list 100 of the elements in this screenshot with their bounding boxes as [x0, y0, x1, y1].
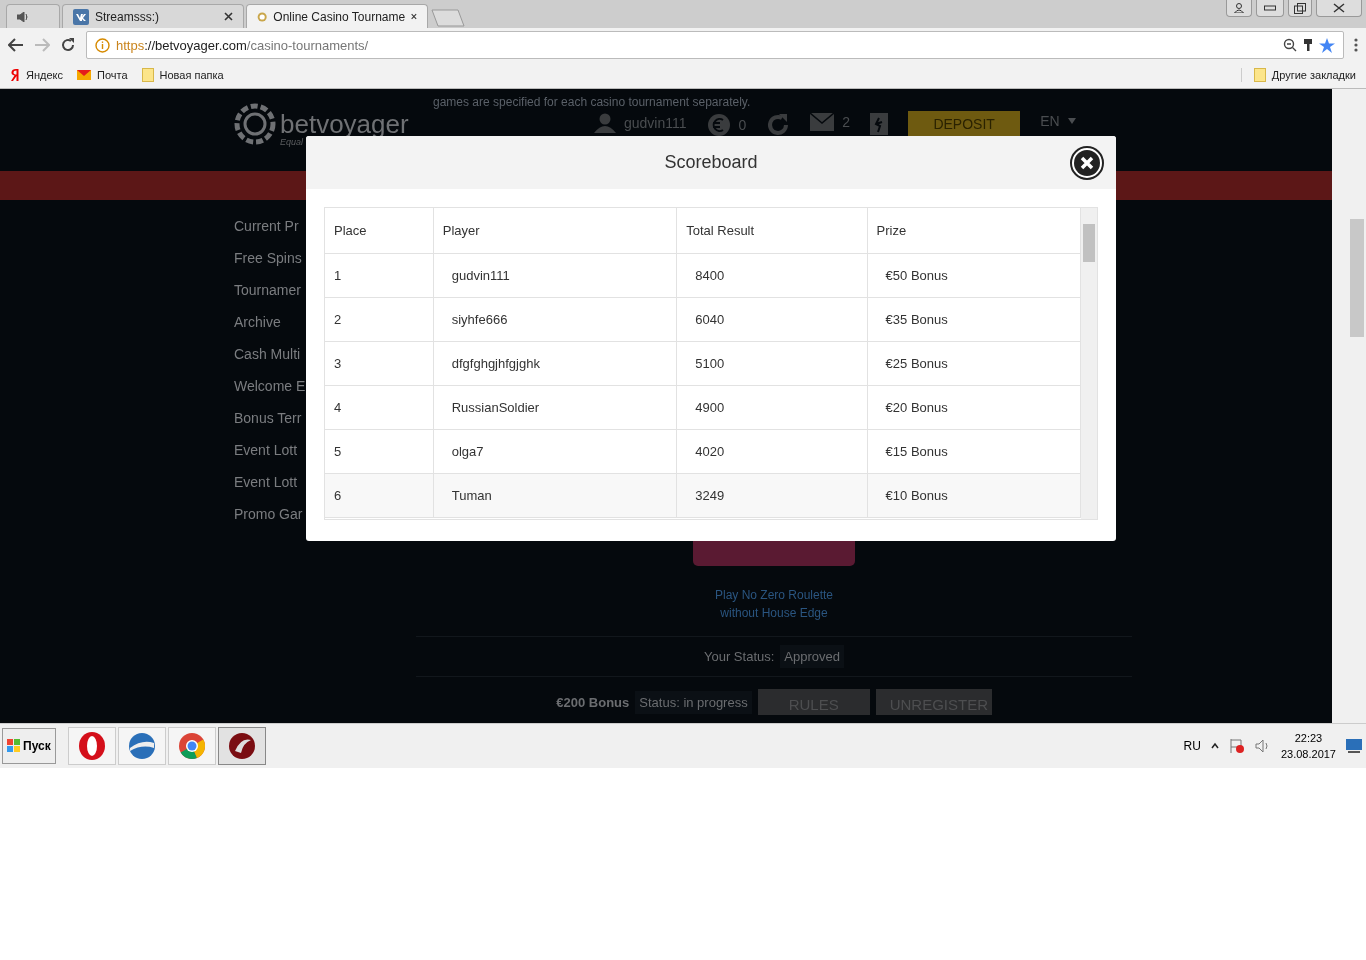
table-cell: 6: [325, 473, 434, 518]
start-button[interactable]: Пуск: [2, 728, 56, 764]
menu-icon[interactable]: [1354, 38, 1358, 52]
table-scrollbar[interactable]: [1081, 208, 1097, 519]
sidebar-link[interactable]: Tournamer: [234, 280, 301, 300]
table-cell: dfgfghgjhfgjghk: [433, 341, 677, 386]
vk-icon: [73, 8, 89, 25]
opera-icon: [76, 731, 107, 761]
back-icon[interactable]: [8, 38, 24, 52]
close-button[interactable]: [1316, 0, 1362, 17]
sidebar-link[interactable]: Event Lott: [234, 472, 298, 492]
column-header: Prize: [867, 208, 1081, 254]
promo-link[interactable]: Play No Zero Roulette without House Edge: [714, 586, 834, 622]
table-cell: 5: [325, 429, 434, 474]
taskbar-app[interactable]: [217, 727, 266, 765]
sidebar-link[interactable]: Bonus Terr: [234, 408, 302, 428]
column-header: Total Result: [676, 208, 868, 254]
browser-tab[interactable]: Online Casino Tourname: [246, 4, 428, 28]
flag-icon[interactable]: [1228, 738, 1245, 754]
table-cell: €15 Bonus: [867, 429, 1081, 474]
star-icon[interactable]: [1319, 37, 1335, 53]
profile-button[interactable]: [1226, 0, 1252, 17]
table-cell: 6040: [676, 297, 868, 342]
taskbar-app[interactable]: [117, 727, 166, 765]
zoom-out-icon[interactable]: [1283, 38, 1297, 52]
taskbar-app[interactable]: [67, 727, 116, 765]
browser-tab[interactable]: Streamsss:): [62, 4, 244, 28]
taskbar-app[interactable]: [167, 727, 216, 765]
table-cell: €35 Bonus: [867, 297, 1081, 342]
table-cell: olga7: [433, 429, 677, 474]
roulette-banner[interactable]: [693, 540, 855, 566]
restore-button[interactable]: [1288, 0, 1312, 17]
close-icon[interactable]: [224, 12, 233, 21]
refresh-icon[interactable]: [766, 113, 791, 137]
sidebar-link[interactable]: Event Lott: [234, 440, 298, 460]
status-value: Approved: [780, 645, 844, 668]
close-button[interactable]: [1070, 146, 1104, 180]
table-cell: €10 Bonus: [867, 473, 1081, 518]
logo-text: betvoyager: [280, 108, 409, 139]
table-cell: 8400: [676, 253, 868, 298]
key-icon[interactable]: [1303, 38, 1313, 52]
page-scrollbar[interactable]: [1332, 89, 1366, 723]
speaker-icon: [17, 11, 29, 22]
bonus-amount: €200 Bonus: [556, 694, 630, 710]
table-cell: 4900: [676, 385, 868, 430]
dialog-title: Scoreboard: [664, 152, 758, 173]
username: gudvin111: [624, 115, 687, 131]
address-bar[interactable]: https://betvoyager.com/casino-tournaments/: [86, 31, 1344, 59]
sidebar-link[interactable]: Cash Multi: [234, 344, 301, 364]
tab-title: Online Casino Tourname: [273, 9, 406, 24]
bookmark-link[interactable]: Новая папка: [159, 69, 224, 81]
table-cell: 4: [325, 385, 434, 430]
sidebar-link[interactable]: Promo Gar: [234, 504, 303, 524]
yandex-icon: [10, 68, 20, 82]
column-header: Player: [433, 208, 677, 254]
table-cell: 2: [325, 297, 434, 342]
notice-text: games are specified for each casino tournament separately.: [433, 95, 751, 109]
close-icon: [1074, 150, 1100, 176]
chrome-icon: [176, 731, 207, 761]
table-cell: 1: [325, 253, 434, 298]
table-cell: siyhfe666: [433, 297, 677, 342]
user-icon: [594, 113, 616, 133]
close-icon: [1333, 3, 1345, 13]
folder-icon: [1253, 68, 1266, 82]
windows-icon: [7, 739, 21, 753]
logo-icon: [234, 103, 276, 145]
envelope-icon: [77, 70, 91, 80]
bookmark-link[interactable]: Яндекс: [26, 69, 63, 81]
balance: 0: [738, 117, 747, 133]
sidebar-link[interactable]: Free Spins: [234, 248, 302, 268]
table-cell: 3: [325, 341, 434, 386]
bookmark-link[interactable]: Почта: [97, 69, 128, 81]
caret-icon: [1067, 118, 1076, 124]
sidebar-link[interactable]: Archive: [234, 312, 281, 332]
chevron-up-icon[interactable]: [1210, 742, 1219, 750]
close-icon[interactable]: [411, 12, 417, 21]
restore-icon: [1294, 2, 1306, 14]
table-cell: 5100: [676, 341, 868, 386]
reload-icon[interactable]: [60, 37, 76, 53]
language-indicator[interactable]: RU: [1183, 739, 1201, 753]
clock[interactable]: 22:23 23.08.2017: [1280, 730, 1336, 762]
sidebar-link[interactable]: Welcome E: [234, 376, 306, 396]
table-cell: gudvin111: [433, 253, 677, 298]
browser-tab[interactable]: [6, 4, 60, 28]
table-cell: 3249: [676, 473, 868, 518]
table-cell: Tuman: [433, 473, 677, 518]
speaker-icon[interactable]: [1254, 739, 1271, 753]
tagline: Equal: [280, 137, 304, 147]
bonus-status: Status: in progress: [635, 690, 752, 714]
table-cell: RussianSoldier: [433, 385, 677, 430]
status-label: Your Status:: [704, 649, 775, 664]
table-cell: €50 Bonus: [867, 253, 1081, 298]
euro-icon: [706, 113, 731, 137]
desktop-icon[interactable]: [1346, 739, 1362, 753]
column-header: Place: [325, 208, 434, 254]
bookmark-link[interactable]: Другие закладки: [1271, 69, 1356, 81]
url-text: https://betvoyager.com/casino-tournaments/: [116, 37, 370, 53]
table-cell: 4020: [676, 429, 868, 474]
sidebar-link[interactable]: Current Pr: [234, 216, 299, 236]
globe-icon: [126, 731, 157, 761]
